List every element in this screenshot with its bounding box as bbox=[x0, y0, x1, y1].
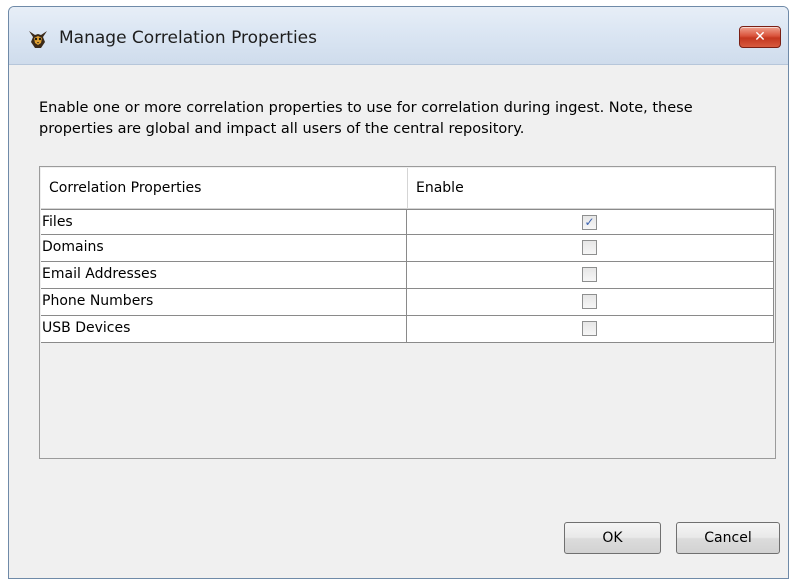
enable-cell[interactable] bbox=[407, 262, 774, 288]
table-row[interactable]: Email Addresses bbox=[41, 262, 774, 289]
property-name-cell[interactable]: Phone Numbers bbox=[41, 289, 407, 315]
property-name-cell[interactable]: Files bbox=[41, 210, 407, 234]
ok-button[interactable]: OK bbox=[564, 522, 661, 554]
checkmark-icon: ✓ bbox=[584, 215, 595, 229]
table-row[interactable]: Domains bbox=[41, 235, 774, 262]
window-title: Manage Correlation Properties bbox=[59, 28, 317, 48]
autopsy-dog-icon bbox=[29, 31, 47, 48]
table-row[interactable]: Files ✓ bbox=[41, 209, 774, 235]
dialog-window: Manage Correlation Properties ✕ Enable o… bbox=[8, 6, 789, 579]
enable-cell[interactable] bbox=[407, 235, 774, 261]
close-button[interactable]: ✕ bbox=[739, 26, 781, 48]
enable-cell[interactable] bbox=[407, 316, 774, 342]
column-divider[interactable] bbox=[407, 168, 408, 208]
column-header-correlation-properties[interactable]: Correlation Properties bbox=[49, 168, 201, 208]
table-body: Files ✓ Domains Email Addresses Phone Nu… bbox=[41, 209, 774, 343]
table-row[interactable]: USB Devices bbox=[41, 316, 774, 343]
table-row[interactable]: Phone Numbers bbox=[41, 289, 774, 316]
enable-checkbox-phone-numbers[interactable] bbox=[582, 294, 597, 309]
title-bar[interactable]: Manage Correlation Properties ✕ bbox=[9, 7, 788, 65]
cancel-button[interactable]: Cancel bbox=[676, 522, 780, 554]
enable-cell[interactable]: ✓ bbox=[407, 210, 774, 234]
column-header-enable[interactable]: Enable bbox=[416, 168, 464, 208]
enable-checkbox-usb-devices[interactable] bbox=[582, 321, 597, 336]
property-name-cell[interactable]: USB Devices bbox=[41, 316, 407, 342]
enable-checkbox-email-addresses[interactable] bbox=[582, 267, 597, 282]
enable-checkbox-domains[interactable] bbox=[582, 240, 597, 255]
instructions-text: Enable one or more correlation propertie… bbox=[39, 100, 693, 137]
correlation-properties-table: Correlation Properties Enable Files ✓ Do… bbox=[39, 166, 776, 459]
dialog-content: Enable one or more correlation propertie… bbox=[14, 65, 783, 575]
enable-checkbox-files[interactable]: ✓ bbox=[582, 215, 597, 230]
table-header: Correlation Properties Enable bbox=[41, 168, 774, 209]
screen: Manage Correlation Properties ✕ Enable o… bbox=[0, 0, 790, 579]
property-name-cell[interactable]: Domains bbox=[41, 235, 407, 261]
property-name-cell[interactable]: Email Addresses bbox=[41, 262, 407, 288]
close-icon: ✕ bbox=[754, 29, 766, 45]
enable-cell[interactable] bbox=[407, 289, 774, 315]
